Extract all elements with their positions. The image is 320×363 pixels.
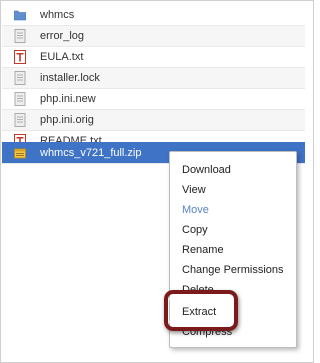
menu-item-view[interactable]: View: [182, 183, 206, 197]
menu-item-rename[interactable]: Rename: [182, 243, 224, 257]
text-file-icon: [14, 29, 26, 43]
archive-icon: [14, 148, 26, 158]
text-document-icon: [14, 50, 26, 64]
file-name: error_log: [40, 30, 85, 42]
file-name: EULA.txt: [40, 51, 84, 63]
file-row-installer-lock[interactable]: installer.lock: [2, 68, 305, 89]
text-file-icon: [14, 92, 26, 106]
file-row-whmcs[interactable]: whmcs: [2, 5, 305, 26]
menu-item-download[interactable]: Download: [182, 163, 231, 177]
folder-icon: [14, 10, 26, 21]
file-name: whmcs: [40, 9, 75, 21]
file-row-php-ini-orig[interactable]: php.ini.orig: [2, 110, 305, 131]
text-file-icon: [14, 71, 26, 85]
file-row-php-ini-new[interactable]: php.ini.new: [2, 89, 305, 110]
menu-item-change-permissions[interactable]: Change Permissions: [182, 263, 284, 277]
file-name: installer.lock: [40, 72, 100, 84]
file-row-eula[interactable]: EULA.txt: [2, 47, 305, 68]
file-manager-window: whmcs error_log EULA.txt installer.lock …: [0, 0, 314, 363]
file-row-error-log[interactable]: error_log: [2, 26, 305, 47]
extract-highlight-ring-inner: [168, 294, 234, 327]
file-name: php.ini.new: [40, 93, 96, 105]
file-name: php.ini.orig: [40, 114, 94, 126]
text-file-icon: [14, 113, 26, 127]
file-name: whmcs_v721_full.zip: [40, 146, 142, 159]
menu-item-copy[interactable]: Copy: [182, 223, 208, 237]
menu-item-move[interactable]: Move: [182, 203, 209, 217]
